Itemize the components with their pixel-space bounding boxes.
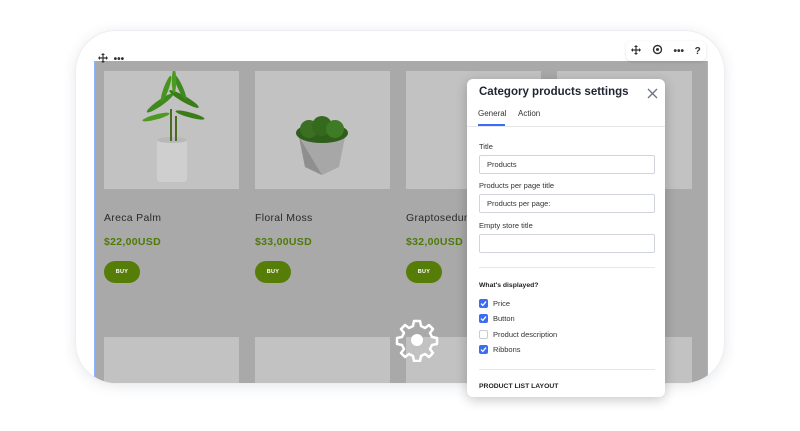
title-input[interactable]: Products	[479, 155, 655, 174]
product-image-6[interactable]	[255, 337, 390, 383]
product-name: Floral Moss	[255, 212, 313, 224]
tab-general[interactable]: General	[478, 109, 506, 118]
checkbox-unchecked[interactable]	[479, 330, 488, 339]
buy-button[interactable]: BUY	[104, 261, 140, 283]
checkbox-label: Button	[493, 314, 515, 323]
settings-panel: Category products settings General Actio…	[467, 79, 665, 397]
product-name: Graptosedum	[406, 212, 473, 224]
move-icon[interactable]	[631, 44, 642, 58]
moss-plant-image	[296, 116, 348, 175]
product-image-areca-palm[interactable]	[104, 69, 239, 189]
more-icon[interactable]: •••	[114, 54, 125, 65]
checkbox-label: Ribbons	[493, 345, 521, 354]
element-toolbar-left: •••	[95, 52, 127, 66]
title-label: Title	[479, 142, 493, 151]
product-price: $32,00USD	[406, 236, 463, 248]
checkbox-label: Product description	[493, 330, 558, 339]
section-divider	[479, 267, 655, 268]
displayed-heading: What's displayed?	[479, 282, 539, 289]
checkbox-checked[interactable]	[479, 314, 488, 323]
palm-plant-image	[142, 69, 205, 182]
product-price: $33,00USD	[255, 236, 312, 248]
more-icon[interactable]: •••	[673, 46, 684, 57]
empty-store-input[interactable]	[479, 234, 655, 253]
per-page-input[interactable]: Products per page:	[479, 194, 655, 213]
product-price: $22,00USD	[104, 236, 161, 248]
checkbox-product-description[interactable]: Product description	[479, 330, 557, 339]
product-name: Areca Palm	[104, 212, 162, 224]
checkbox-price[interactable]: Price	[479, 299, 510, 308]
gear-icon[interactable]	[652, 44, 663, 58]
product-image-floral-moss[interactable]	[255, 71, 390, 189]
tabs-divider	[467, 126, 665, 127]
move-icon[interactable]	[97, 52, 108, 66]
empty-store-label: Empty store title	[479, 221, 533, 230]
checkbox-label: Price	[493, 299, 511, 308]
checkbox-checked[interactable]	[479, 345, 488, 354]
section-divider	[479, 369, 655, 370]
tab-action[interactable]: Action	[518, 109, 540, 118]
buy-button[interactable]: BUY	[255, 261, 291, 283]
buy-button[interactable]: BUY	[406, 261, 442, 283]
checkbox-checked[interactable]	[479, 299, 488, 308]
panel-title: Category products settings	[479, 86, 629, 98]
product-list-layout-heading: PRODUCT LIST LAYOUT	[479, 383, 559, 390]
per-page-label: Products per page title	[479, 181, 555, 190]
close-icon[interactable]	[647, 82, 658, 103]
element-toolbar-right: ••• ?	[626, 41, 706, 61]
checkbox-ribbons[interactable]: Ribbons	[479, 345, 521, 354]
gear-icon[interactable]	[395, 318, 439, 367]
checkbox-button[interactable]: Button	[479, 314, 515, 323]
product-image-5[interactable]	[104, 337, 239, 383]
help-icon[interactable]: ?	[695, 46, 701, 57]
